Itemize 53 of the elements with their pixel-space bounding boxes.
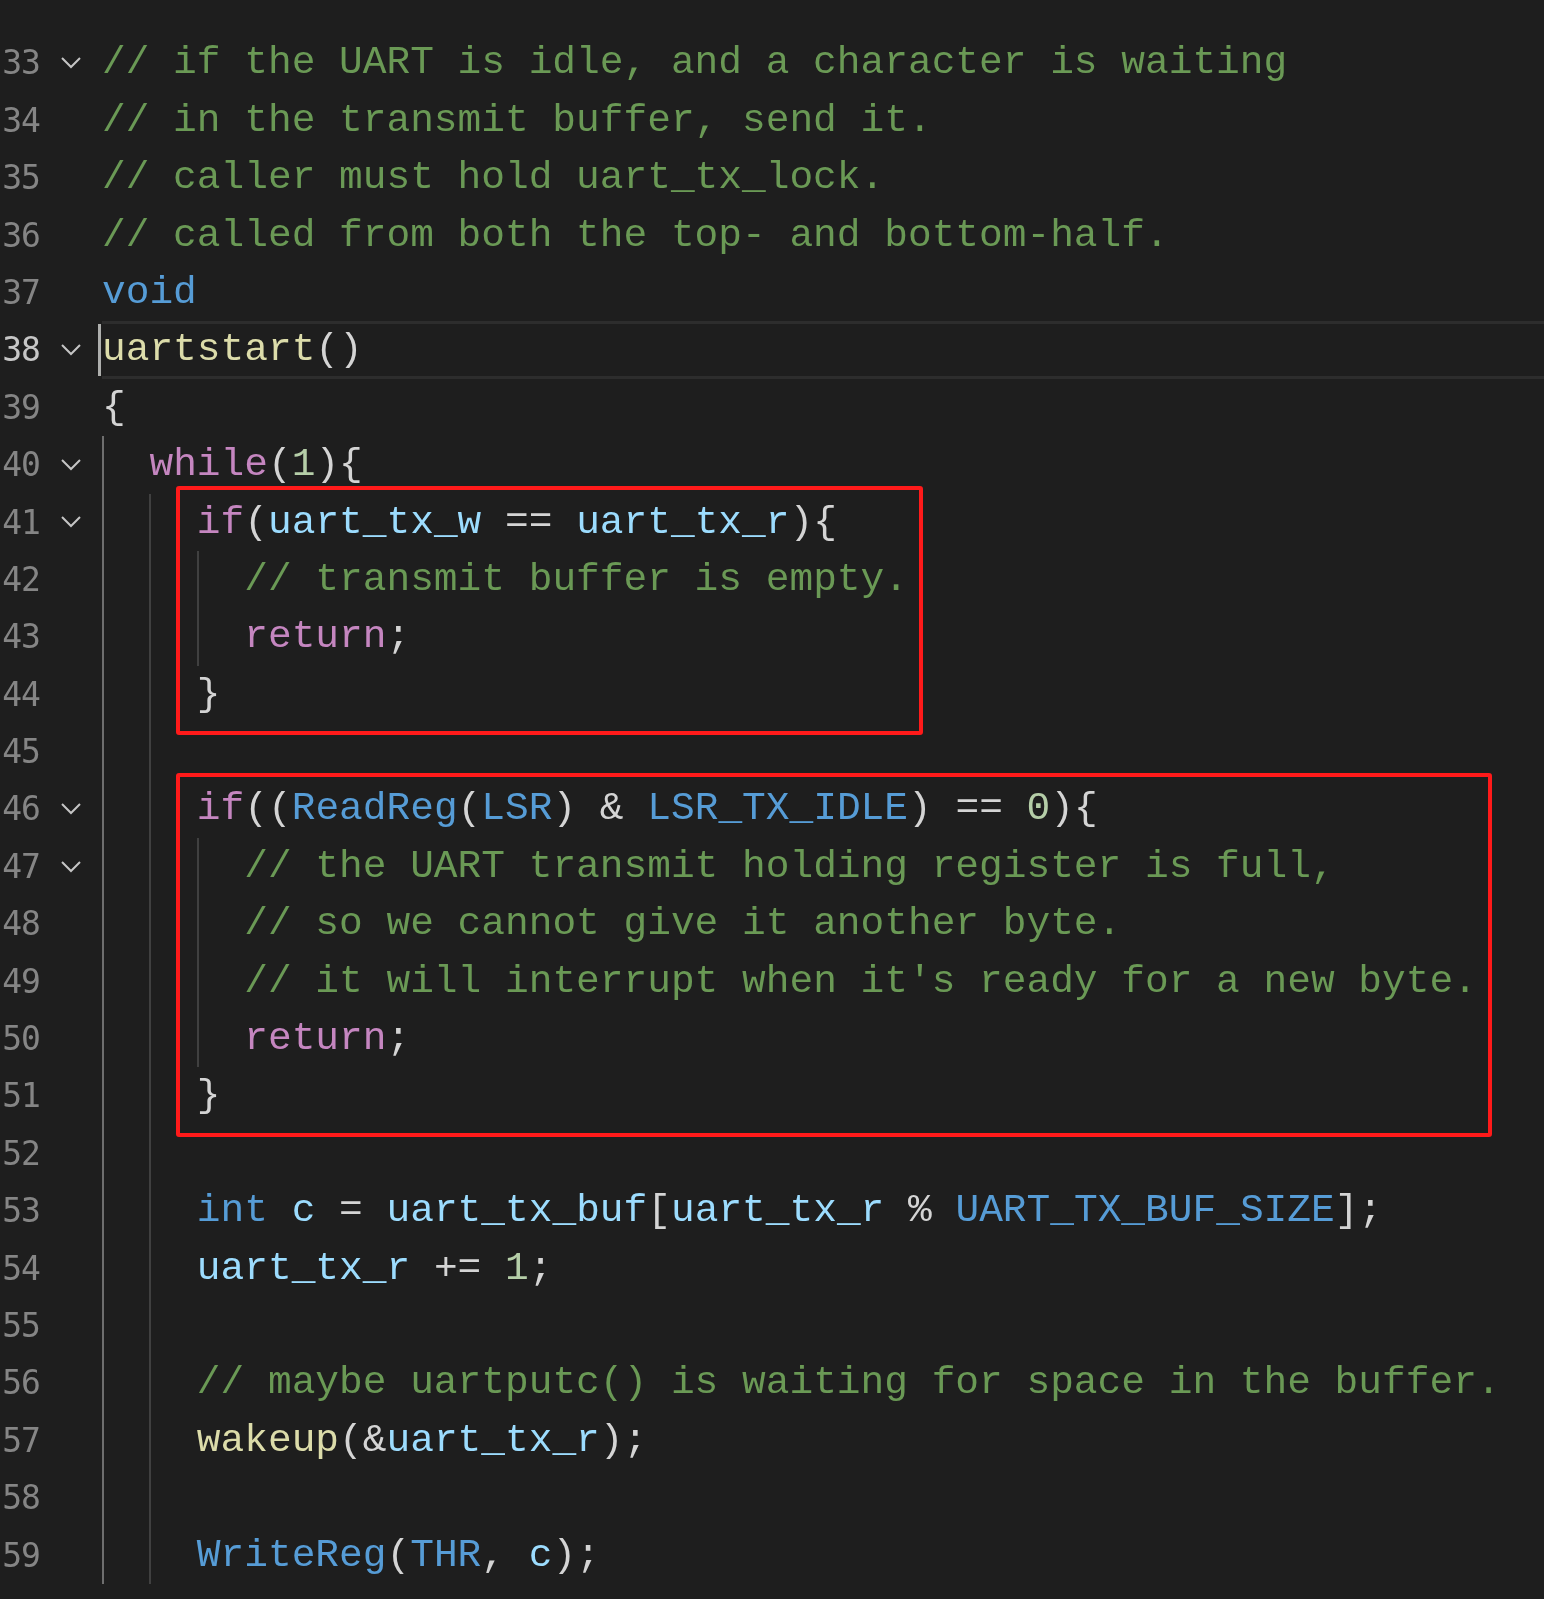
- code-comment: // so we cannot give it another byte.: [244, 901, 1122, 947]
- line-number: 36: [1, 214, 40, 257]
- line-number: 47: [1, 845, 40, 888]
- code-comment: // transmit buffer is empty.: [244, 556, 908, 602]
- code-line: int c = uart_tx_buf[uart_tx_r % UART_TX_BUF_SIZE];: [196, 1188, 1383, 1234]
- code-line: {: [102, 384, 126, 430]
- chevron-down-icon[interactable]: [59, 456, 83, 473]
- code-line: if((ReadReg(LSR) & LSR_TX_IDLE) == 0){: [196, 786, 1098, 832]
- code-line: return;: [244, 614, 411, 660]
- line-number: 44: [1, 673, 40, 716]
- line-number: 57: [1, 1419, 40, 1462]
- line-number: 59: [1, 1534, 40, 1577]
- line-number: 50: [1, 1018, 40, 1061]
- line-number: 49: [1, 960, 40, 1003]
- code-line: uartstart(): [102, 327, 363, 373]
- line-number: 39: [1, 386, 40, 429]
- line-number: 43: [1, 616, 40, 659]
- line-number: 37: [1, 271, 40, 314]
- code-line: WriteReg(THR, c);: [196, 1532, 600, 1578]
- line-number: 53: [1, 1190, 40, 1233]
- line-number: 35: [1, 157, 40, 200]
- line-number: 54: [1, 1247, 40, 1290]
- line-number: 45: [1, 731, 40, 774]
- code-comment: // called from both the top- and bottom-half.: [102, 212, 1169, 258]
- code-comment: // if the UART is idle, and a character is waiting: [102, 40, 1288, 86]
- code-comment: // it will interrupt when it's ready for a new byte.: [244, 958, 1477, 1004]
- code-line: wakeup(&uart_tx_r);: [196, 1417, 648, 1463]
- code-line: uart_tx_r += 1;: [196, 1245, 553, 1291]
- line-number: 58: [1, 1477, 40, 1520]
- line-number: 52: [1, 1132, 40, 1175]
- code-line: if(uart_tx_w == uart_tx_r){: [196, 499, 837, 545]
- line-number: 51: [1, 1075, 40, 1118]
- line-number: 56: [1, 1362, 40, 1405]
- code-line: }: [196, 671, 221, 717]
- chevron-down-icon[interactable]: [59, 858, 83, 875]
- code-line: void: [102, 269, 197, 315]
- line-number: 55: [1, 1305, 40, 1347]
- line-number: 33: [1, 42, 40, 85]
- line-number: 48: [1, 903, 40, 946]
- code-comment: // caller must hold uart_tx_lock.: [102, 155, 885, 201]
- code-comment: // maybe uartputc() is waiting for space in the buffer.: [196, 1360, 1501, 1406]
- line-number: 42: [1, 558, 40, 601]
- code-line: while(1){: [149, 442, 363, 488]
- line-number: 46: [1, 788, 40, 831]
- line-number: 40: [1, 444, 40, 487]
- line-number: 34: [1, 99, 40, 142]
- code-line: return;: [244, 1016, 411, 1062]
- code-comment: // in the transmit buffer, send it.: [102, 97, 932, 143]
- text-cursor: [98, 324, 101, 376]
- code-line: }: [196, 1073, 221, 1119]
- line-number: 38: [1, 329, 40, 372]
- line-number: 41: [1, 501, 40, 544]
- code-comment: // the UART transmit holding register is full,: [244, 843, 1335, 889]
